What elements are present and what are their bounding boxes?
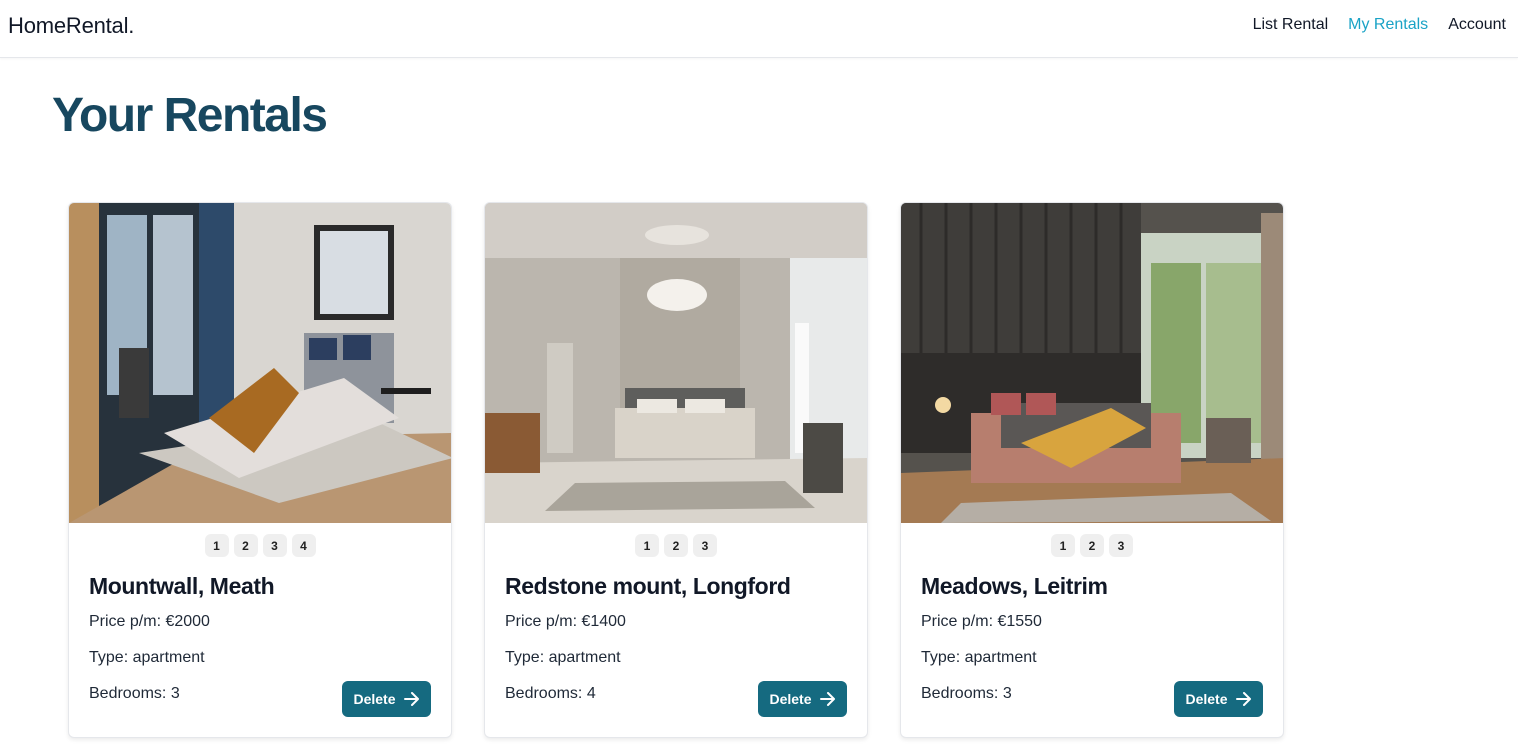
rental-type: Type: apartment bbox=[921, 649, 1037, 666]
delete-label: Delete bbox=[1185, 691, 1228, 707]
rental-title: Redstone mount, Longford bbox=[505, 573, 791, 599]
rental-price: Price p/m: €2000 bbox=[89, 613, 210, 630]
rental-title: Mountwall, Meath bbox=[89, 573, 275, 599]
rental-photo[interactable] bbox=[69, 203, 451, 523]
arrow-right-icon bbox=[819, 692, 836, 706]
delete-button[interactable]: Delete bbox=[758, 681, 847, 717]
rental-photo[interactable] bbox=[485, 203, 867, 523]
page-button[interactable]: 2 bbox=[1080, 534, 1104, 557]
image-pager: 1 2 3 4 bbox=[69, 534, 451, 557]
arrow-right-icon bbox=[403, 692, 420, 706]
page-button[interactable]: 3 bbox=[1109, 534, 1133, 557]
rental-bedrooms: Bedrooms: 4 bbox=[505, 685, 596, 702]
rental-type: Type: apartment bbox=[89, 649, 205, 666]
delete-button[interactable]: Delete bbox=[1174, 681, 1263, 717]
nav-links: List Rental My Rentals Account bbox=[1253, 16, 1506, 34]
delete-label: Delete bbox=[769, 691, 812, 707]
nav-account[interactable]: Account bbox=[1448, 16, 1506, 34]
page-button[interactable]: 4 bbox=[291, 534, 316, 557]
navbar: HomeRental. List Rental My Rentals Accou… bbox=[0, 0, 1518, 58]
rental-price: Price p/m: €1550 bbox=[921, 613, 1042, 630]
rental-card: 1 2 3 4 Mountwall, Meath Price p/m: €200… bbox=[68, 202, 452, 738]
image-pager: 1 2 3 bbox=[485, 534, 867, 557]
delete-label: Delete bbox=[353, 691, 396, 707]
rental-type: Type: apartment bbox=[505, 649, 621, 666]
rental-bedrooms: Bedrooms: 3 bbox=[921, 685, 1012, 702]
page-button[interactable]: 1 bbox=[204, 534, 229, 557]
page-button[interactable]: 1 bbox=[1051, 534, 1075, 557]
page-button[interactable]: 1 bbox=[635, 534, 659, 557]
nav-list-rental[interactable]: List Rental bbox=[1253, 16, 1329, 34]
rental-card: 1 2 3 Redstone mount, Longford Price p/m… bbox=[484, 202, 868, 738]
page-button[interactable]: 3 bbox=[262, 534, 287, 557]
page-button[interactable]: 2 bbox=[664, 534, 688, 557]
rental-title: Meadows, Leitrim bbox=[921, 573, 1108, 599]
brand-logo[interactable]: HomeRental. bbox=[8, 13, 134, 39]
page-button[interactable]: 2 bbox=[233, 534, 258, 557]
delete-button[interactable]: Delete bbox=[342, 681, 431, 717]
page-title: Your Rentals bbox=[52, 89, 328, 142]
nav-my-rentals[interactable]: My Rentals bbox=[1348, 16, 1428, 34]
arrow-right-icon bbox=[1235, 692, 1252, 706]
rental-card: 1 2 3 Meadows, Leitrim Price p/m: €1550 … bbox=[900, 202, 1284, 738]
rental-photo[interactable] bbox=[901, 203, 1283, 523]
page-button[interactable]: 3 bbox=[693, 534, 717, 557]
rental-price: Price p/m: €1400 bbox=[505, 613, 626, 630]
rental-list: 1 2 3 4 Mountwall, Meath Price p/m: €200… bbox=[68, 202, 1284, 738]
rental-bedrooms: Bedrooms: 3 bbox=[89, 685, 180, 702]
image-pager: 1 2 3 bbox=[901, 534, 1283, 557]
